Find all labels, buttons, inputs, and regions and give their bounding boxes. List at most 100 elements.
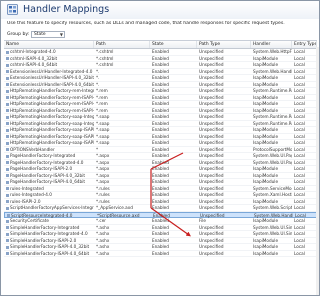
cell-handler-text: IsapiModule (253, 81, 279, 87)
cell-entry-type: Local (292, 166, 317, 172)
cell-state: Enabled (150, 69, 197, 75)
cell-entry-type-text: Local (294, 185, 305, 191)
group-by-label: Group by: (7, 32, 30, 37)
cell-entry-type: Local (292, 62, 317, 68)
cell-path-text: *.ashx (96, 244, 110, 249)
handler-row-icon (6, 102, 9, 106)
handler-row-icon (6, 148, 9, 151)
cell-handler: IsapiModule (251, 166, 292, 172)
cell-state: Enabled (150, 127, 197, 133)
chevron-down-icon: ▼ (59, 32, 63, 37)
cell-name: ExtensionlessUrlHandler-ISAPI-4.0_64bit (4, 82, 94, 88)
cell-path: *.aspx (94, 173, 150, 179)
handler-row-icon (6, 161, 9, 164)
cell-state-text: Enabled (152, 68, 169, 74)
cell-path-type: Unspecified (197, 82, 251, 88)
cell-entry-type-text: Local (294, 81, 305, 87)
cell-path-type-text: Unspecified (199, 133, 224, 139)
cell-path-type: Unspecified (197, 56, 251, 62)
cell-name: rules-ISAPI-2.0 (4, 199, 94, 205)
cell-path-text: *. (96, 75, 100, 80)
cell-path-type-text: Unspecified (199, 198, 224, 204)
cell-path-type: Unspecified (197, 69, 251, 75)
cell-state: Enabled (150, 56, 197, 62)
cell-name: ExtensionlessUrlHandler-Integrated-4.0 (4, 69, 94, 75)
cell-path: *.aspx (94, 160, 150, 166)
cell-entry-type-text: Local (294, 55, 305, 61)
cell-path-type-text: Unspecified (199, 140, 224, 145)
column-header-path[interactable]: Path (94, 41, 150, 48)
cell-name-text: HttpRemotingHandlerFactory-rem-ISAPI-2.0 (10, 94, 94, 100)
cell-name: cshtml-Integrated-4.0 (4, 49, 94, 55)
cell-state-text: Enabled (152, 146, 169, 152)
cell-name-text: PageHandlerFactory-Integrated-4.0 (10, 159, 84, 165)
cell-path-type-text: Unspecified (199, 205, 224, 210)
cell-path-text: *.soap (96, 127, 110, 132)
handler-row-icon (6, 232, 9, 236)
cell-path-type-text: Unspecified (199, 159, 224, 165)
cell-handler: IsapiModule (251, 199, 292, 205)
cell-path-type: Unspecified (197, 101, 251, 107)
cell-path-text: *.soap (96, 133, 110, 139)
cell-state-text: Enabled (152, 114, 169, 119)
cell-state: Enabled (150, 199, 197, 205)
cell-path-text: *.ashx (96, 250, 110, 256)
column-header-state[interactable]: State (150, 41, 197, 48)
cell-handler: IsapiModule (251, 56, 292, 62)
cell-path: *.rules (94, 192, 150, 198)
handler-row-icon (6, 154, 9, 158)
cell-entry-type-text: Local (294, 172, 305, 178)
cell-name-text: cshtml-ISAPI-4.0_32bit (10, 55, 58, 61)
handler-mappings-panel: Handler Mappings Use this feature to spe… (0, 0, 320, 296)
cell-name: HttpRemotingHandlerFactory-rem-Integrate… (4, 88, 94, 94)
column-header-entry-type[interactable]: Entry Type (292, 41, 317, 48)
cell-name-text: rules-ISAPI-2.0 (10, 198, 41, 204)
cell-name: SimpleHandlerFactory-Integrated (4, 225, 94, 231)
cell-path-type-text: Unspecified (199, 107, 224, 113)
handler-row-icon (6, 193, 9, 197)
feature-header: Handler Mappings (1, 1, 319, 19)
handler-row-icon (6, 167, 9, 171)
cell-state-text: Enabled (152, 107, 169, 113)
cell-state: Enabled (150, 82, 197, 88)
cell-entry-type-text: Local (294, 62, 305, 67)
cell-entry-type: Local (292, 140, 317, 146)
cell-name-text: HttpRemotingHandlerFactory-rem-ISAPI-4.0… (10, 101, 94, 106)
cell-name: PageHandlerFactory-ISAPI-2.0 (4, 166, 94, 172)
cell-state-text: Enabled (152, 224, 169, 230)
cell-handler-text: System.Web.HttpForbiddenH... (253, 49, 292, 54)
cell-entry-type: Local (292, 69, 317, 75)
cell-handler: System.Web.UI.SimpleHandle... (251, 231, 292, 237)
cell-path-type: Unspecified (197, 95, 251, 101)
column-header-name[interactable]: Name (4, 41, 94, 48)
cell-path-type: Unspecified (197, 114, 251, 120)
feature-description: Use this feature to specify resources, s… (7, 21, 285, 26)
cell-handler-text: IsapiModule (253, 107, 279, 113)
cell-state-text: Enabled (152, 55, 169, 61)
column-header-handler[interactable]: Handler (251, 41, 292, 48)
cell-entry-type: Local (292, 108, 317, 114)
cell-path-type-text: Unspecified (199, 224, 224, 230)
cell-path-type-text: Unspecified (199, 101, 224, 106)
vertical-scrollbar[interactable] (316, 47, 319, 295)
handler-row-icon (6, 135, 9, 138)
cell-state: Enabled (150, 231, 197, 237)
cell-handler-text: System.Runtime.Remoting.C... (253, 88, 292, 93)
cell-entry-type: Local (292, 56, 317, 62)
cell-entry-type-text: Local (294, 159, 305, 165)
cell-state-text: Enabled (152, 101, 169, 106)
cell-state: Enabled (150, 140, 197, 146)
cell-path: *. (94, 75, 150, 81)
cell-path-text: *ScriptResource.axd (97, 212, 140, 218)
cell-entry-type-text: Local (294, 192, 305, 197)
cell-entry-type-text: Local (294, 140, 305, 145)
cell-entry-type: Local (292, 82, 317, 88)
cell-handler: System.Web.Script.Services... (251, 205, 292, 211)
cell-entry-type-text: Local (294, 133, 305, 139)
group-by-select[interactable]: State ▼ (31, 31, 65, 38)
column-header-path-type[interactable]: Path Type (197, 41, 251, 48)
cell-entry-type: Local (292, 153, 317, 159)
table-row[interactable]: SimpleHandlerFactory-ISAPI-4.0_64bit *.as… (4, 250, 317, 257)
cell-state-text: Enabled (153, 212, 170, 218)
cell-path-type: Unspecified (197, 153, 251, 159)
